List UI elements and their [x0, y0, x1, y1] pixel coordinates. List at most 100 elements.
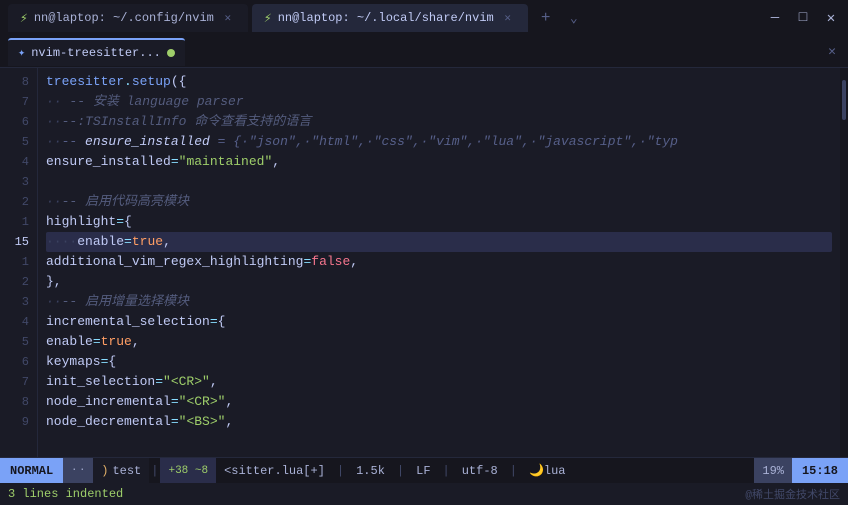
- line-num-8b: 8: [0, 392, 37, 412]
- git-branch: ) test: [93, 458, 149, 483]
- watermark: @稀土掘金技术社区: [745, 486, 840, 502]
- line-num-8: 8: [0, 72, 37, 92]
- code-line-2: ·· -- 安装 language parser: [46, 92, 832, 112]
- line-numbers: 8 7 6 5 4 3 2 1 15 1 2 3 4 5 6 7 8 9: [0, 68, 38, 457]
- tab2-label: nn@laptop: ~/.local/share/nvim: [278, 11, 494, 25]
- statusbar: NORMAL · · ) test | +38 ~8 <sitter.lua[+…: [0, 457, 848, 483]
- line-num-15: 15: [0, 232, 37, 252]
- mode-label: NORMAL: [10, 464, 53, 478]
- line-ending-item: LF: [408, 458, 438, 483]
- line-num-7b: 7: [0, 372, 37, 392]
- line-num-7: 7: [0, 92, 37, 112]
- code-line-1: treesitter.setup({: [46, 72, 832, 92]
- code-line-12: ··-- 启用增量选择模块: [46, 292, 832, 312]
- code-content[interactable]: treesitter.setup({ ·· -- 安装 language par…: [38, 68, 840, 457]
- filename-item: <sitter.lua[+]: [216, 458, 333, 483]
- encoding-item: utf-8: [454, 458, 506, 483]
- terminal-icon-1: ⚡: [20, 11, 28, 26]
- sep1: |: [333, 464, 348, 478]
- line-num-6b: 6: [0, 352, 37, 372]
- tab1-label: nn@laptop: ~/.config/nvim: [34, 11, 214, 25]
- separator-1: |: [149, 464, 160, 478]
- code-line-15: keymaps = {: [46, 352, 832, 372]
- minimize-button[interactable]: —: [766, 10, 784, 26]
- right-status: 19% 15:18: [754, 458, 848, 483]
- modified-dot: [167, 49, 175, 57]
- git-diff: +38 ~8: [160, 458, 216, 483]
- line-num-2: 2: [0, 192, 37, 212]
- notification-bar: 3 lines indented @稀土掘金技术社区: [0, 483, 848, 505]
- code-line-5: ensure_installed = "maintained" ,: [46, 152, 832, 172]
- line-num-6: 6: [0, 112, 37, 132]
- sep2: |: [393, 464, 408, 478]
- code-line-18: node_decremental = "<BS>" ,: [46, 412, 832, 432]
- new-tab-button[interactable]: +: [532, 4, 560, 32]
- terminal-tab-2[interactable]: ⚡ nn@laptop: ~/.local/share/nvim ✕: [252, 4, 528, 32]
- terminal-tab-1[interactable]: ⚡ nn@laptop: ~/.config/nvim ✕: [8, 4, 248, 32]
- nvim-icon: ✦: [18, 45, 25, 60]
- dot1: ·: [71, 465, 77, 476]
- terminal-icon-2: ⚡: [264, 11, 272, 26]
- code-line-14: enable = true ,: [46, 332, 832, 352]
- line-num-5: 5: [0, 132, 37, 152]
- line-num-1b: 1: [0, 252, 37, 272]
- line-num-1: 1: [0, 212, 37, 232]
- code-line-16: init_selection = "<CR>" ,: [46, 372, 832, 392]
- filetype: lua: [544, 464, 566, 478]
- code-editor: 8 7 6 5 4 3 2 1 15 1 2 3 4 5 6 7 8 9 tre…: [0, 68, 848, 457]
- line-num-3: 3: [0, 172, 37, 192]
- maximize-button[interactable]: □: [794, 10, 812, 26]
- percent-value: 19%: [762, 464, 784, 478]
- chevron-down-icon: ⌄: [570, 11, 578, 26]
- dot2: ·: [79, 465, 85, 476]
- branch-name: test: [112, 464, 141, 478]
- line-num-3b: 3: [0, 292, 37, 312]
- close-window-button[interactable]: ✕: [822, 10, 840, 27]
- code-line-11: },: [46, 272, 832, 292]
- cursor-position: 15:18: [792, 458, 848, 483]
- line-ending: LF: [416, 464, 430, 478]
- lua-icon: 🌙: [529, 463, 544, 478]
- file-tab-treesitter[interactable]: ✦ nvim-treesitter...: [8, 38, 185, 66]
- line-num-5b: 5: [0, 332, 37, 352]
- scroll-percent: 19%: [754, 458, 792, 483]
- tab-dropdown-button[interactable]: ⌄: [564, 8, 584, 28]
- notification-message: 3 lines indented: [8, 487, 123, 501]
- branch-icon: ): [101, 464, 108, 478]
- window-controls: — □ ✕: [766, 10, 840, 27]
- line-num-9b: 9: [0, 412, 37, 432]
- scrollbar-thumb[interactable]: [842, 80, 846, 120]
- code-line-13: incremental_selection = {: [46, 312, 832, 332]
- code-line-9: ···· enable = true ,: [46, 232, 832, 252]
- tab2-close[interactable]: ✕: [500, 10, 516, 26]
- code-line-7: ··-- 启用代码高亮模块: [46, 192, 832, 212]
- close-panel-button[interactable]: ✕: [824, 44, 840, 59]
- line-num-4: 4: [0, 152, 37, 172]
- sep3: |: [439, 464, 454, 478]
- filename: <sitter.lua[+]: [224, 464, 325, 478]
- code-line-10: additional_vim_regex_highlighting = fals…: [46, 252, 832, 272]
- plus-icon: +: [541, 9, 551, 27]
- filesize-item: 1.5k: [348, 458, 393, 483]
- code-line-8: highlight = {: [46, 212, 832, 232]
- vim-mode: NORMAL: [0, 458, 63, 483]
- code-line-4: ··-- ensure_installed = {·"json",·"html"…: [46, 132, 832, 152]
- scrollbar[interactable]: [840, 68, 848, 457]
- titlebar: ⚡ nn@laptop: ~/.config/nvim ✕ ⚡ nn@lapto…: [0, 0, 848, 36]
- encoding: utf-8: [462, 464, 498, 478]
- file-tab-name: nvim-treesitter...: [31, 46, 161, 60]
- diff-text: +38 ~8: [168, 465, 208, 477]
- sep4: |: [506, 464, 521, 478]
- line-num-2b: 2: [0, 272, 37, 292]
- editor-wrapper: ✦ nvim-treesitter... ✕ 8 7 6 5 4 3 2 1 1…: [0, 36, 848, 505]
- filetype-item: 🌙 lua: [521, 458, 574, 483]
- line-num-4b: 4: [0, 312, 37, 332]
- code-line-17: node_incremental = "<CR>" ,: [46, 392, 832, 412]
- position-value: 15:18: [802, 464, 838, 478]
- filesize: 1.5k: [356, 464, 385, 478]
- file-tabbar: ✦ nvim-treesitter... ✕: [0, 36, 848, 68]
- code-line-3: ··--:TSInstallInfo 命令查看支持的语言: [46, 112, 832, 132]
- tab1-close[interactable]: ✕: [220, 10, 236, 26]
- file-info: <sitter.lua[+] | 1.5k | LF | utf-8 | 🌙 l…: [216, 458, 573, 483]
- code-line-6: [46, 172, 832, 192]
